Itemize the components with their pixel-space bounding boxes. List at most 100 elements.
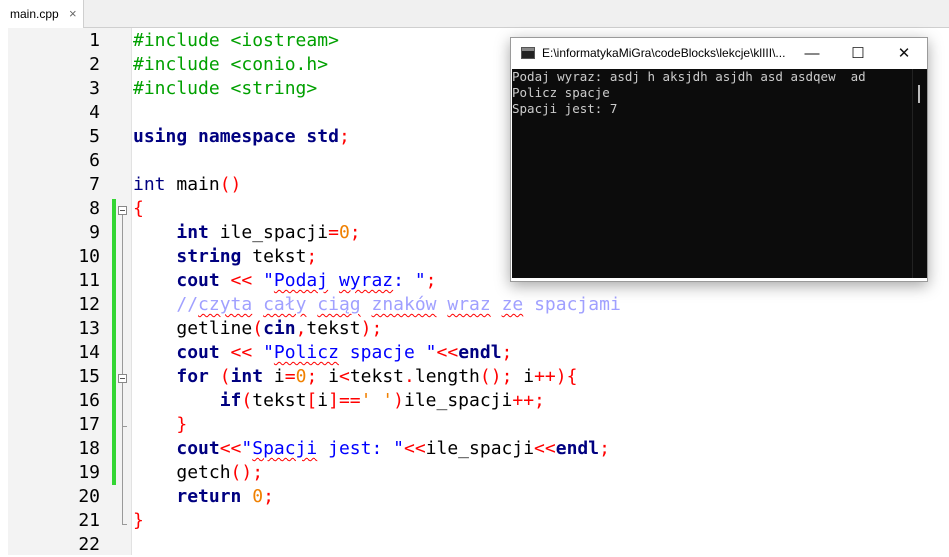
code-line: cout << "Podaj wyraz: "; bbox=[133, 269, 437, 293]
operator: ) bbox=[393, 390, 404, 411]
code-line: { bbox=[133, 197, 144, 221]
keyword: string bbox=[176, 246, 242, 267]
line-number: 9 bbox=[89, 222, 100, 243]
code-line: return 0; bbox=[133, 485, 274, 509]
operator: ( bbox=[252, 318, 264, 339]
line-number: 22 bbox=[78, 534, 100, 555]
line-number: 21 bbox=[78, 510, 100, 531]
line-number: 14 bbox=[78, 342, 100, 363]
fold-toggle-icon[interactable] bbox=[118, 374, 127, 383]
line-number: 12 bbox=[78, 294, 100, 315]
console-scrollbar[interactable] bbox=[912, 69, 927, 278]
code-line: using namespace std; bbox=[133, 125, 350, 149]
operator: ; bbox=[338, 126, 350, 147]
comment bbox=[252, 294, 263, 315]
fold-end-marker bbox=[122, 524, 127, 525]
code-line: int main() bbox=[133, 173, 241, 197]
comment bbox=[361, 294, 372, 315]
keyword: namespace bbox=[198, 126, 296, 147]
identifier: i bbox=[263, 366, 285, 387]
spellcheck-word: Policz bbox=[273, 342, 339, 363]
comment bbox=[437, 294, 448, 315]
spellcheck-word: ze bbox=[501, 294, 524, 315]
identifier: tekst bbox=[349, 366, 405, 387]
scrollbar-thumb[interactable] bbox=[918, 85, 920, 103]
brace: } bbox=[176, 414, 188, 435]
operator: << bbox=[219, 270, 253, 291]
operator: = bbox=[284, 366, 296, 387]
code-line: } bbox=[133, 413, 187, 437]
operator: ; bbox=[263, 486, 274, 507]
identifier: i bbox=[317, 366, 339, 387]
code-line: if(tekst[i]==' ')ile_spacji++; bbox=[133, 389, 545, 413]
close-button[interactable]: ✕ bbox=[881, 38, 927, 69]
tab-main-cpp[interactable]: main.cpp × bbox=[0, 0, 84, 28]
string-literal: " bbox=[241, 438, 253, 459]
keyword: endl bbox=[555, 438, 600, 459]
identifier: ile_spacji bbox=[403, 390, 513, 411]
maximize-button[interactable]: ☐ bbox=[835, 38, 881, 69]
keyword: endl bbox=[458, 342, 502, 363]
tab-close-icon[interactable]: × bbox=[69, 6, 77, 21]
editor-tab-bar: main.cpp × bbox=[0, 0, 949, 28]
string-literal: spacje " bbox=[338, 342, 437, 363]
operator: ; bbox=[306, 366, 318, 387]
operator: << bbox=[534, 438, 556, 459]
operator: << bbox=[219, 438, 242, 459]
brace: { bbox=[133, 198, 144, 219]
function-name: getch bbox=[176, 462, 231, 483]
identifier: i bbox=[512, 366, 535, 387]
keyword: std bbox=[306, 126, 339, 147]
keyword: cout bbox=[176, 270, 220, 291]
identifier: tekst bbox=[306, 318, 361, 339]
keyword: cin bbox=[263, 318, 296, 339]
line-number: 13 bbox=[78, 318, 100, 339]
preprocessor-include: #include <string> bbox=[133, 78, 318, 99]
line-number: 11 bbox=[78, 270, 100, 291]
console-title-bar[interactable]: E:\informatykaMiGra\codeBlocks\lekcje\kl… bbox=[511, 38, 927, 69]
code-line: //czyta cały ciąg znaków wraz ze spacjam… bbox=[133, 293, 621, 317]
keyword: return bbox=[176, 486, 242, 507]
console-window[interactable]: E:\informatykaMiGra\codeBlocks\lekcje\kl… bbox=[510, 37, 928, 282]
preprocessor-include: #include <conio.h> bbox=[133, 54, 329, 75]
console-output[interactable]: Podaj wyraz: asdj h aksjdh asjdh asd asd… bbox=[512, 69, 912, 278]
operator: ( bbox=[241, 390, 253, 411]
minimize-button[interactable]: — bbox=[789, 38, 835, 69]
code-line: cout<<"Spacji jest: "<<ile_spacji<<endl; bbox=[133, 437, 610, 461]
line-number: 19 bbox=[78, 462, 100, 483]
type-keyword: int bbox=[230, 366, 264, 387]
identifier: tekst bbox=[252, 390, 307, 411]
fold-toggle-icon[interactable] bbox=[118, 206, 127, 215]
change-bar bbox=[112, 199, 116, 485]
code-line: #include <string> bbox=[133, 77, 317, 101]
operator: ++; bbox=[512, 390, 545, 411]
console-line: Podaj wyraz: asdj h aksjdh asjdh asd asd… bbox=[512, 69, 866, 84]
line-number: 20 bbox=[78, 486, 100, 507]
operator: = bbox=[328, 222, 339, 243]
comment: spacjami bbox=[523, 294, 621, 315]
line-number: 17 bbox=[78, 414, 100, 435]
number: 0 bbox=[338, 222, 350, 243]
operator: ; bbox=[501, 342, 513, 363]
string-literal: " bbox=[252, 342, 274, 363]
spellcheck-word: Podaj bbox=[273, 270, 329, 291]
identifier: i bbox=[317, 390, 329, 411]
operator: ++){ bbox=[534, 366, 578, 387]
line-number: 2 bbox=[89, 54, 100, 75]
line-number: 18 bbox=[78, 438, 100, 459]
type-keyword: int bbox=[176, 222, 209, 243]
line-number: 3 bbox=[89, 78, 100, 99]
tab-label: main.cpp bbox=[10, 7, 59, 21]
console-line: Policz spacje bbox=[512, 85, 610, 100]
string-literal: : " bbox=[393, 270, 426, 291]
operator: ; bbox=[425, 270, 437, 291]
fold-end-marker bbox=[122, 426, 127, 427]
comment bbox=[491, 294, 502, 315]
spellcheck-word: cały bbox=[263, 294, 307, 315]
operator: ]== bbox=[328, 390, 361, 411]
operator: << bbox=[436, 342, 459, 363]
spellcheck-word: wyraz bbox=[338, 270, 394, 291]
string-literal bbox=[328, 270, 339, 291]
code-line: string tekst; bbox=[133, 245, 317, 269]
string-literal: jest: " bbox=[317, 438, 404, 459]
